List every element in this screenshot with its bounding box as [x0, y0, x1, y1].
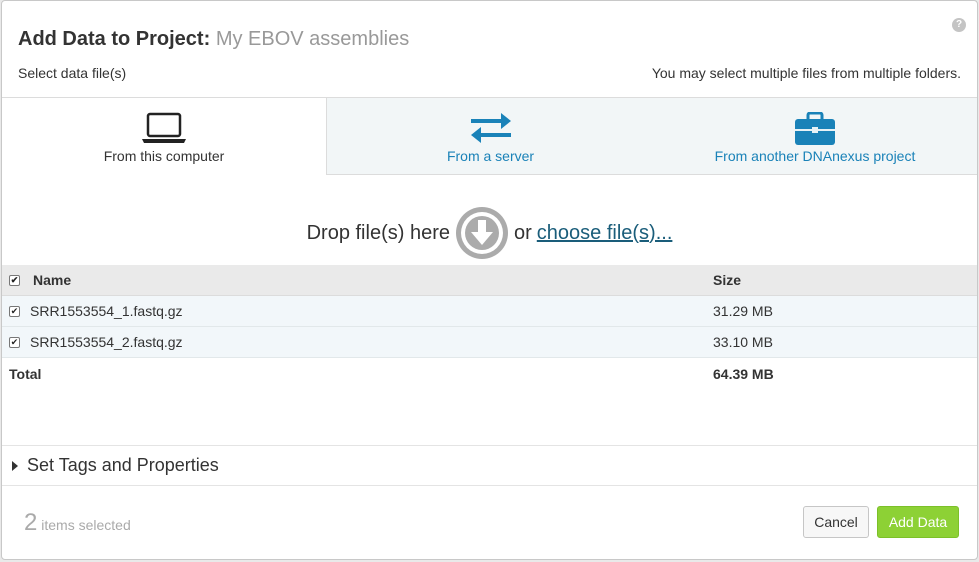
project-name: My EBOV assemblies — [215, 28, 410, 50]
select-all-checkbox[interactable]: ✔ — [9, 275, 20, 286]
tab-from-computer[interactable]: From this computer — [2, 98, 327, 175]
file-dropzone[interactable]: Drop file(s) here or choose file(s)... — [2, 206, 977, 260]
help-icon[interactable]: ? — [952, 18, 966, 32]
table-row[interactable]: ✔ SRR1553554_1.fastq.gz 31.29 MB — [2, 296, 977, 327]
tab-label: From another DNAnexus project — [714, 148, 916, 164]
tab-from-dnanexus-project[interactable]: From another DNAnexus project — [653, 98, 977, 174]
selection-count: 2 items selected — [24, 509, 131, 537]
table-row[interactable]: ✔ SRR1553554_2.fastq.gz 33.10 MB — [2, 327, 977, 358]
row-checkbox[interactable]: ✔ — [9, 306, 20, 317]
dropzone-text: Drop file(s) here — [306, 221, 450, 244]
total-label: Total — [9, 365, 42, 382]
file-name: SRR1553554_1.fastq.gz — [30, 303, 183, 319]
selection-count-label: items selected — [41, 517, 131, 533]
total-size: 64.39 MB — [713, 365, 774, 382]
table-total-row: Total 64.39 MB — [2, 358, 977, 389]
caret-right-icon — [12, 460, 18, 471]
download-arrow-icon — [455, 207, 508, 259]
tags-properties-label: Set Tags and Properties — [27, 455, 219, 475]
source-tabs: From this computer From a server From an… — [2, 97, 977, 175]
column-header-name[interactable]: Name — [33, 272, 71, 288]
table-header-row: ✔ Name Size — [2, 265, 977, 296]
select-files-label: Select data file(s) — [18, 65, 127, 81]
briefcase-icon — [794, 111, 836, 149]
laptop-icon — [141, 112, 187, 147]
tab-label: From a server — [446, 148, 535, 164]
cancel-button[interactable]: Cancel — [803, 506, 869, 538]
dialog-title: Add Data to Project: My EBOV assemblies — [18, 28, 409, 51]
dropzone-or: or — [513, 221, 532, 244]
file-name: SRR1553554_2.fastq.gz — [30, 334, 183, 350]
add-data-button[interactable]: Add Data — [877, 506, 959, 538]
file-size: 31.29 MB — [713, 303, 773, 319]
transfer-arrows-icon — [469, 112, 513, 147]
column-header-size[interactable]: Size — [713, 272, 741, 288]
row-checkbox[interactable]: ✔ — [9, 337, 20, 348]
tags-properties-toggle[interactable]: Set Tags and Properties — [2, 445, 977, 486]
selection-count-number: 2 — [24, 509, 38, 536]
selected-files-table: ✔ Name Size ✔ SRR1553554_1.fastq.gz 31.2… — [2, 265, 977, 389]
tab-label: From this computer — [103, 148, 225, 164]
multi-select-hint: You may select multiple files from multi… — [651, 65, 961, 81]
choose-files-link[interactable]: choose file(s)... — [537, 222, 673, 245]
dialog-title-label: Add Data to Project: — [18, 28, 211, 50]
tab-from-server[interactable]: From a server — [328, 98, 653, 174]
file-size: 33.10 MB — [713, 334, 773, 350]
add-data-dialog: ? Add Data to Project: My EBOV assemblie… — [1, 0, 978, 560]
